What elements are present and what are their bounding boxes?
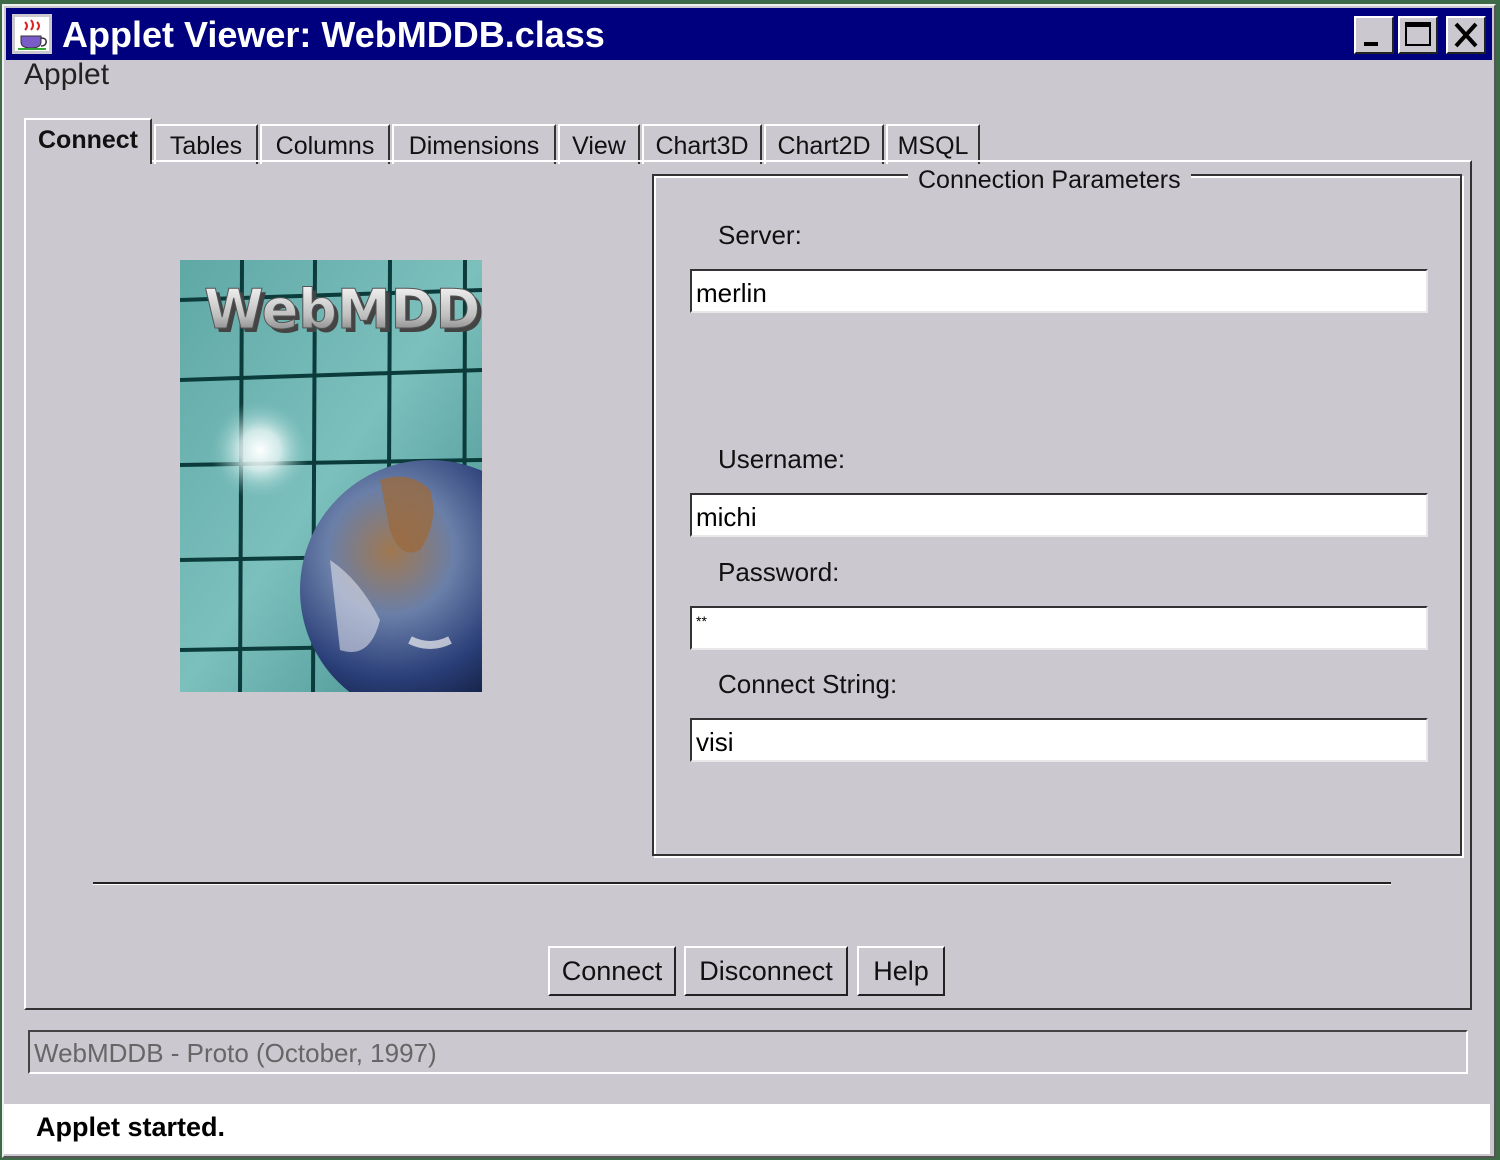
connect-string-label: Connect String: <box>718 669 898 699</box>
webmddb-logo: WebMDDB WebMDDB <box>180 260 482 692</box>
status-text: Applet started. <box>36 1112 226 1142</box>
status-bar: Applet started. <box>4 1104 1490 1154</box>
info-field: WebMDDB - Proto (October, 1997) <box>28 1030 1468 1074</box>
maximize-button[interactable] <box>1398 16 1438 54</box>
minimize-icon <box>1364 42 1378 46</box>
tab-dimensions[interactable]: Dimensions <box>392 124 556 164</box>
server-input[interactable] <box>690 269 1428 313</box>
applet-menu[interactable]: Applet <box>24 58 109 92</box>
window-title: Applet Viewer: WebMDDB.class <box>62 14 605 55</box>
separator-line <box>93 882 1391 885</box>
java-cup-icon[interactable] <box>12 14 52 54</box>
password-label: Password: <box>718 557 840 587</box>
close-button[interactable] <box>1446 16 1486 54</box>
connection-parameters-legend: Connection Parameters <box>908 166 1191 195</box>
username-input[interactable] <box>690 493 1428 537</box>
connect-button[interactable]: Connect <box>548 946 676 996</box>
tab-chart3d[interactable]: Chart3D <box>642 124 762 164</box>
close-icon <box>1454 22 1478 48</box>
tab-tables[interactable]: Tables <box>154 124 258 164</box>
help-button[interactable]: Help <box>857 946 945 996</box>
password-input[interactable]: ** <box>690 606 1428 650</box>
tab-view[interactable]: View <box>558 124 640 164</box>
tab-chart2d[interactable]: Chart2D <box>764 124 884 164</box>
title-bar[interactable]: Applet Viewer: WebMDDB.class <box>6 8 1492 60</box>
server-label: Server: <box>718 220 802 250</box>
maximize-icon <box>1405 22 1431 46</box>
tab-columns[interactable]: Columns <box>260 124 390 164</box>
username-label: Username: <box>718 444 846 474</box>
tab-connect[interactable]: Connect <box>24 118 152 164</box>
tab-msql[interactable]: MSQL <box>886 124 980 164</box>
webmddb-logo-image: WebMDDB WebMDDB <box>180 260 482 692</box>
minimize-button[interactable] <box>1354 16 1394 54</box>
connect-string-input[interactable] <box>690 718 1428 762</box>
disconnect-button[interactable]: Disconnect <box>684 946 848 996</box>
logo-text: WebMDDB <box>204 278 482 341</box>
